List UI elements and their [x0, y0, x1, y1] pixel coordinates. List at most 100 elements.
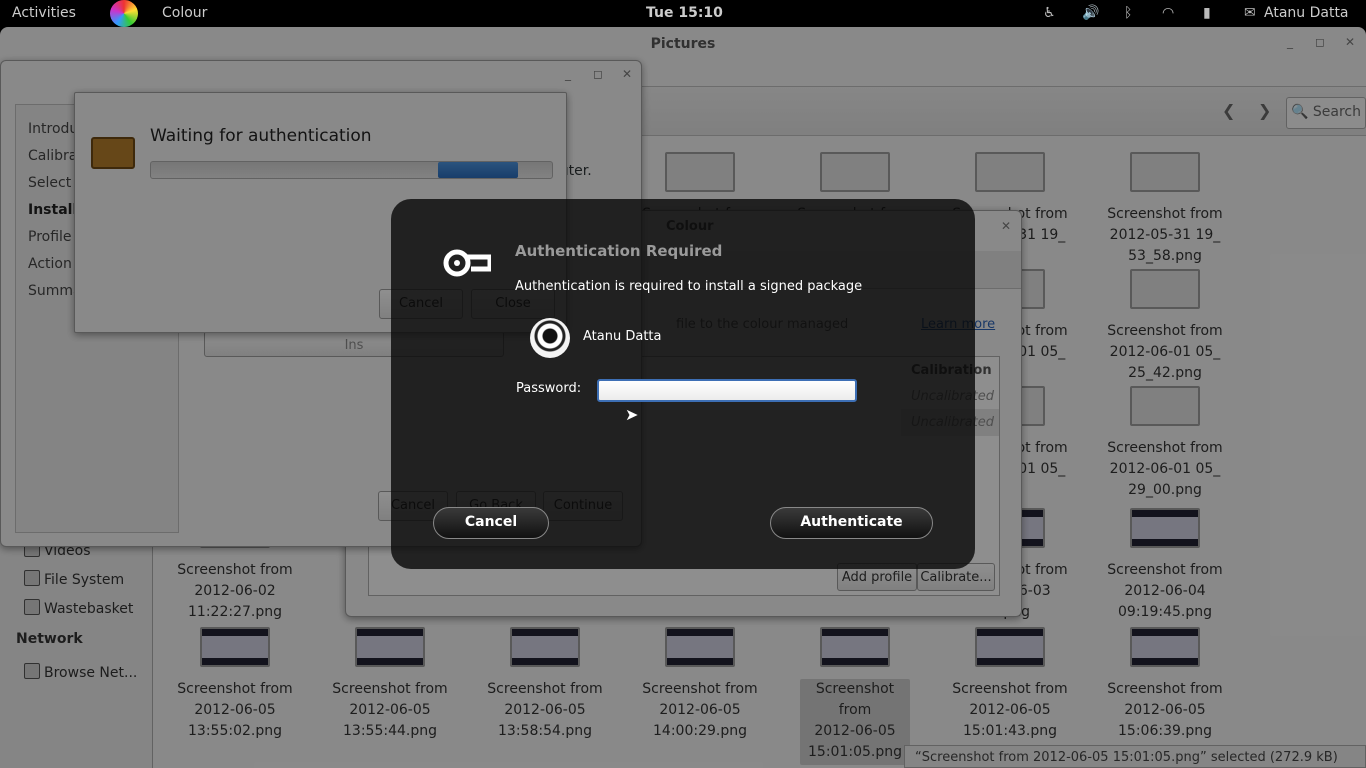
- image-thumbnail: [975, 627, 1045, 667]
- file-name-line: Screenshot from: [1107, 562, 1223, 578]
- user-menu[interactable]: Atanu Datta: [1264, 5, 1349, 21]
- app-menu[interactable]: Colour: [162, 5, 207, 21]
- image-thumbnail: [355, 627, 425, 667]
- file-name-line: 2012-06-05: [814, 723, 896, 739]
- file-item[interactable]: Screenshot from 2012-06-05 13:55:44.png: [315, 627, 465, 742]
- file-name-line: 2012-06-05: [349, 702, 431, 718]
- file-item[interactable]: Screenshot from 2012-06-05 13:58:54.png: [470, 627, 620, 742]
- sidebar-item-browse-network[interactable]: Browse Net...: [24, 663, 137, 681]
- authenticate-button[interactable]: Authenticate: [770, 507, 933, 539]
- column-header: Calibration: [911, 363, 992, 378]
- image-thumbnail: [1130, 269, 1200, 309]
- progress-pulse: [438, 162, 518, 178]
- file-item[interactable]: Screenshot from 2012-06-01 05_ 29_00.png: [1090, 386, 1240, 501]
- file-name-line: 2012-06-02: [194, 583, 276, 599]
- calibrate-button[interactable]: Calibrate...: [917, 563, 995, 591]
- calibration-status: Uncalibrated: [911, 389, 995, 404]
- minimize-button[interactable]: _: [565, 67, 571, 81]
- trash-icon: [24, 599, 40, 615]
- step-item: Profile: [28, 229, 72, 245]
- forward-button[interactable]: ❯: [1258, 101, 1271, 120]
- cancel-button[interactable]: Cancel: [433, 507, 549, 539]
- file-name-line: Screenshot from: [1107, 681, 1223, 697]
- clock[interactable]: Tue 15:10: [646, 5, 723, 21]
- file-name: Screenshot from 2012-05-31 19_ 53_58.png: [1090, 204, 1240, 267]
- cancel-button[interactable]: Cancel: [379, 289, 463, 319]
- file-name-line: 2012-06-05: [504, 702, 586, 718]
- minimize-button[interactable]: _: [1287, 35, 1293, 49]
- continue-button[interactable]: Continue: [543, 491, 623, 521]
- drive-icon: [24, 570, 40, 586]
- top-bar: Activities Colour Tue 15:10 ♿ 🔊 ᛒ ◠ ▮ ✉ …: [0, 0, 1366, 27]
- file-name-line: 13:55:44.png: [343, 723, 437, 739]
- sidebar-item-file-system[interactable]: File System: [24, 570, 124, 588]
- network-icon: [24, 663, 40, 679]
- learn-more-link[interactable]: Learn more: [921, 317, 995, 332]
- sidebar-item-wastebasket[interactable]: Wastebasket: [24, 599, 133, 617]
- search-button[interactable]: 🔍 Search: [1286, 97, 1366, 129]
- file-item[interactable]: Screenshot from 2012-06-05 15:01:43.png: [935, 627, 1085, 742]
- file-item[interactable]: Screenshot from 2012-06-01 05_ 25_42.png: [1090, 269, 1240, 384]
- label: File System: [44, 572, 125, 588]
- file-name-line: 15:01:05.png: [808, 744, 902, 760]
- close-button[interactable]: ✕: [622, 67, 632, 81]
- file-name-line: Screenshot from: [177, 681, 293, 697]
- file-name: Screenshot from 2012-06-01 05_ 25_42.png: [1090, 321, 1240, 384]
- calibration-status: Uncalibrated: [901, 409, 999, 436]
- file-name: Screenshot from 2012-06-05 14:00:29.png: [625, 679, 775, 742]
- image-thumbnail: [1130, 152, 1200, 192]
- file-name-line: 29_00.png: [1128, 482, 1202, 498]
- wifi-icon[interactable]: ◠: [1162, 5, 1174, 21]
- file-name-line: Screenshot from: [332, 681, 448, 697]
- image-thumbnail: [820, 152, 890, 192]
- file-name-line: 09:19:45.png: [1118, 604, 1212, 620]
- image-thumbnail: [665, 152, 735, 192]
- close-button[interactable]: ✕: [1345, 35, 1355, 49]
- file-name: Screenshot from 2012-06-05 15:06:39.png: [1090, 679, 1240, 742]
- file-name-line: 2012-05-31 19_: [1109, 227, 1221, 243]
- image-thumbnail: [510, 627, 580, 667]
- close-button[interactable]: Close: [471, 289, 555, 319]
- label: Wastebasket: [44, 601, 134, 617]
- file-name-line: Screenshot from: [177, 562, 293, 578]
- volume-icon[interactable]: 🔊: [1082, 5, 1099, 21]
- status-bar: “Screenshot from 2012-06-05 15:01:05.png…: [904, 745, 1366, 768]
- step-item: Install: [28, 202, 78, 218]
- back-button[interactable]: ❮: [1222, 101, 1235, 120]
- bluetooth-icon[interactable]: ᛒ: [1124, 5, 1132, 21]
- file-name: Screenshot from 2012-06-02 11:22:27.png: [160, 560, 310, 623]
- file-name-line: 53_58.png: [1128, 248, 1202, 264]
- file-name: Screenshot from 2012-06-05 13:55:02.png: [160, 679, 310, 742]
- dialog-title: Waiting for authentication: [150, 126, 372, 146]
- file-name: Screenshot from 2012-06-05 13:58:54.png: [470, 679, 620, 742]
- battery-icon[interactable]: ▮: [1203, 5, 1211, 21]
- password-input[interactable]: [597, 379, 857, 402]
- file-name-line: Screenshot from: [1107, 440, 1223, 456]
- file-name: Screenshot from 2012-06-04 09:19:45.png: [1090, 560, 1240, 623]
- message-icon[interactable]: ✉: [1244, 5, 1256, 21]
- maximize-button[interactable]: ◻: [1315, 35, 1325, 49]
- file-name-line: 2012-06-01 05_: [1109, 461, 1221, 477]
- file-item[interactable]: Screenshot from 2012-06-04 09:19:45.png: [1090, 508, 1240, 623]
- file-name-line: Screenshot from: [487, 681, 603, 697]
- file-item[interactable]: Screenshot from 2012-06-05 15:06:39.png: [1090, 627, 1240, 742]
- package-icon: [91, 137, 135, 169]
- file-name-line: 13:55:02.png: [188, 723, 282, 739]
- close-button[interactable]: ✕: [1001, 219, 1011, 233]
- label: Browse Net...: [44, 665, 138, 681]
- add-profile-button[interactable]: Add profile: [837, 563, 917, 591]
- accessibility-icon[interactable]: ♿: [1043, 5, 1056, 21]
- description: file to the colour managed: [676, 317, 849, 332]
- maximize-button[interactable]: ◻: [593, 67, 603, 81]
- step-item: Introdu: [28, 121, 79, 137]
- file-name: Screenshot from 2012-06-01 05_ 29_00.png: [1090, 438, 1240, 501]
- image-thumbnail: [200, 627, 270, 667]
- file-name-line: 2012-06-05: [194, 702, 276, 718]
- file-item[interactable]: Screenshot from 2012-06-05 14:00:29.png: [625, 627, 775, 742]
- window-title: Colour: [666, 219, 714, 234]
- activities-button[interactable]: Activities: [12, 5, 76, 21]
- file-name-line: Screenshot from: [642, 681, 758, 697]
- file-item[interactable]: Screenshot from 2012-05-31 19_ 53_58.png: [1090, 152, 1240, 267]
- file-item[interactable]: Screenshot from 2012-06-05 13:55:02.png: [160, 627, 310, 742]
- install-button[interactable]: Ins: [204, 331, 504, 357]
